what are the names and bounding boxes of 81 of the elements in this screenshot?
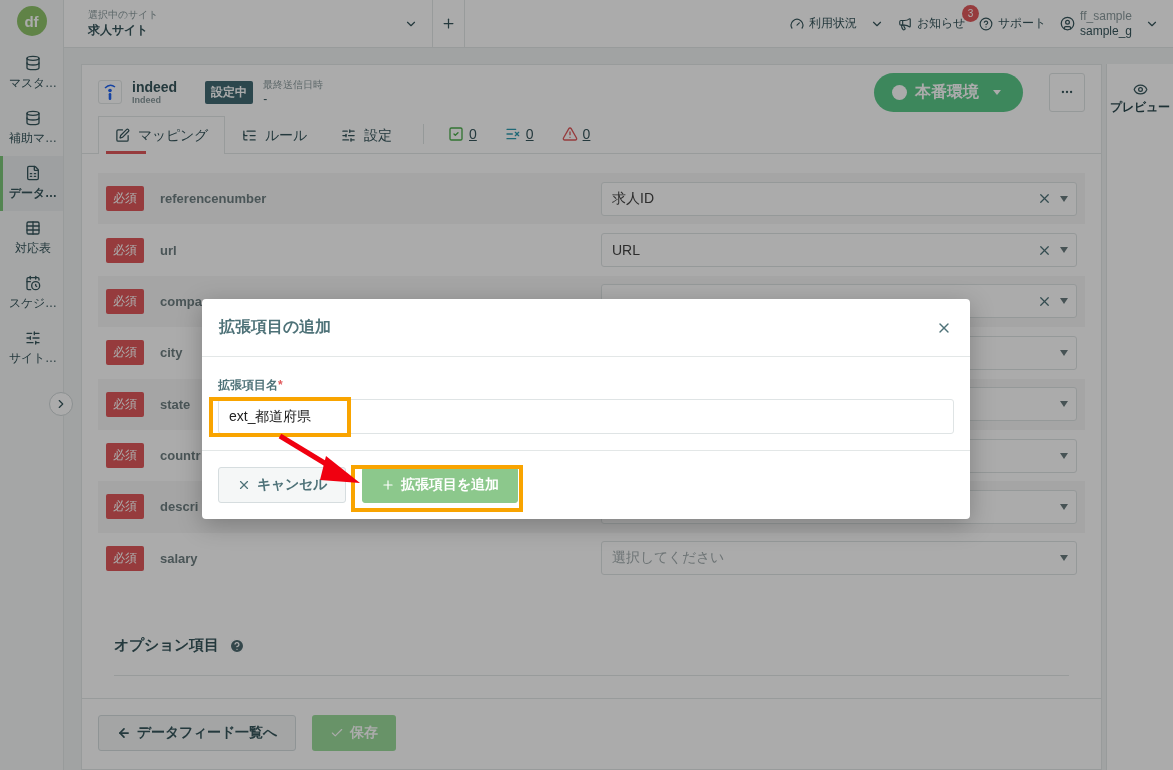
- feed-subname: Indeed: [132, 94, 162, 105]
- last-sent-label: 最終送信日時: [263, 78, 324, 92]
- caret-icon: [1060, 298, 1068, 305]
- sidebar-icon: [25, 55, 41, 71]
- mapping-select[interactable]: URL: [601, 233, 1077, 268]
- caret-icon: [1060, 349, 1068, 356]
- counter-icon: [504, 126, 521, 142]
- field-name: referencenumber: [160, 191, 267, 207]
- sidebar-item[interactable]: 補助マ…: [0, 101, 63, 156]
- required-badge: 必須: [106, 237, 144, 263]
- tab[interactable]: マッピング: [98, 116, 225, 154]
- caret-icon: [1060, 503, 1068, 510]
- check-icon: [330, 726, 344, 740]
- sidebar-item[interactable]: データ…: [0, 156, 63, 211]
- site-caption: 選択中のサイト: [88, 8, 158, 22]
- help-icon[interactable]: [229, 637, 245, 654]
- tab[interactable]: 設定: [324, 116, 409, 154]
- caret-icon: [993, 89, 1001, 95]
- mapping-select[interactable]: 求人ID: [601, 181, 1077, 216]
- field-name: city: [160, 345, 183, 361]
- header-icon: [897, 16, 912, 31]
- field-name: compa: [160, 293, 202, 309]
- sidebar-item[interactable]: マスタ…: [0, 46, 63, 101]
- header-icon: [978, 16, 993, 31]
- caret-icon: [1060, 195, 1068, 202]
- required-badge: 必須: [106, 186, 144, 212]
- header-icon: [789, 16, 804, 31]
- site-name: 求人サイト: [88, 22, 149, 39]
- eye-icon: [1132, 82, 1148, 97]
- feed-logo-icon: [98, 80, 122, 104]
- modal-title: 拡張項目の追加: [219, 317, 331, 337]
- plus-icon: [381, 478, 395, 492]
- close-icon: [237, 478, 251, 492]
- tab-icon: [115, 128, 130, 143]
- expand-button[interactable]: [49, 392, 73, 416]
- sidebar-item[interactable]: スケジ…: [0, 266, 63, 321]
- cancel-button[interactable]: キャンセル: [218, 467, 346, 503]
- sidebar-icon: [25, 330, 41, 346]
- back-button[interactable]: データフィード一覧へ: [98, 715, 296, 751]
- header-menu-item[interactable]: サポート: [978, 15, 1046, 32]
- user-icon: [1059, 16, 1075, 31]
- last-sent-value: -: [263, 92, 269, 106]
- field-label: 拡張項目名*: [218, 377, 284, 394]
- sidebar-icon: [25, 165, 41, 181]
- preview-panel[interactable]: プレビュー: [1106, 64, 1173, 770]
- input-field[interactable]: ext_都道府県: [218, 399, 954, 434]
- tab-icon: [341, 128, 356, 143]
- field-name: salary: [160, 550, 198, 566]
- section-title: オプション項目: [114, 636, 219, 655]
- field-name: url: [160, 242, 177, 258]
- sidebar-item[interactable]: サイト…: [0, 321, 63, 376]
- header-menu-item[interactable]: 利用状況: [789, 15, 884, 32]
- sidebar-icon: [25, 275, 41, 291]
- caret-icon: [1060, 555, 1068, 562]
- caret-icon: [1060, 452, 1068, 459]
- required-badge: 必須: [106, 288, 144, 314]
- required-badge: 必須: [106, 545, 144, 571]
- counter-link[interactable]: 0: [504, 126, 534, 142]
- field-name: state: [160, 396, 191, 412]
- counter-icon: [448, 126, 464, 142]
- caret-icon: [1060, 401, 1068, 408]
- required-badge: 必須: [106, 340, 144, 366]
- tab[interactable]: ルール: [225, 116, 324, 154]
- sidebar-icon: [25, 220, 41, 236]
- counter-link[interactable]: 0: [448, 126, 477, 142]
- counter-icon: [561, 126, 578, 142]
- site-selector[interactable]: 選択中のサイト 求人サイト: [64, 0, 433, 47]
- sidebar-icon: [25, 110, 41, 126]
- field-name: descri: [160, 499, 199, 515]
- required-badge: 必須: [106, 443, 144, 469]
- user-menu[interactable]: ff_sample sample_g: [1059, 8, 1159, 39]
- caret-icon: [1060, 247, 1068, 254]
- plus-icon: [441, 16, 456, 31]
- required-badge: 必須: [106, 391, 144, 417]
- status-badge: 設定中: [205, 80, 254, 104]
- feed-name: indeed: [132, 79, 178, 95]
- field-name: countr: [160, 448, 201, 464]
- required-badge: 必須: [106, 494, 144, 520]
- sidebar-item[interactable]: 対応表: [0, 211, 63, 266]
- counter-link[interactable]: 0: [561, 126, 591, 142]
- tab-icon: [242, 128, 257, 143]
